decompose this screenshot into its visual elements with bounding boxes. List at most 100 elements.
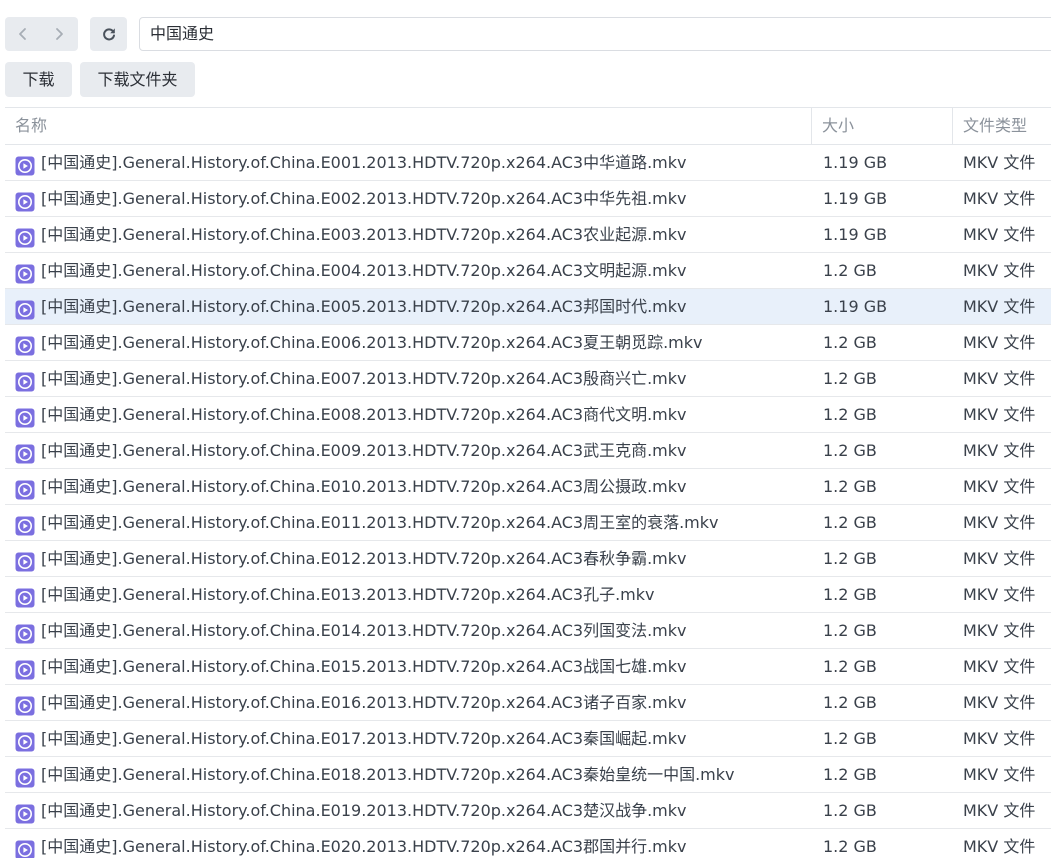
file-name-cell: [中国通史].General.History.of.China.E017.201… [5,721,811,756]
table-row[interactable]: [中国通史].General.History.of.China.E004.201… [5,253,1051,289]
file-name: [中国通史].General.History.of.China.E011.201… [41,513,719,532]
video-file-icon [15,189,35,211]
file-name: [中国通史].General.History.of.China.E019.201… [41,801,687,820]
file-name: [中国通史].General.History.of.China.E003.201… [41,225,687,244]
video-file-icon [15,225,35,247]
table-row[interactable]: [中国通史].General.History.of.China.E017.201… [5,721,1051,757]
file-name-cell: [中国通史].General.History.of.China.E002.201… [5,181,811,216]
table-row[interactable]: [中国通史].General.History.of.China.E007.201… [5,361,1051,397]
table-row[interactable]: [中国通史].General.History.of.China.E009.201… [5,433,1051,469]
video-file-icon [15,405,35,427]
file-name-cell: [中国通史].General.History.of.China.E014.201… [5,613,811,648]
video-file-icon [15,729,35,751]
column-header-name[interactable]: 名称 [5,108,811,144]
chevron-left-icon [19,28,26,40]
file-type: MKV 文件 [963,585,1036,604]
video-file-icon [15,837,35,858]
file-name: [中国通史].General.History.of.China.E005.201… [41,297,687,316]
video-file-icon [15,333,35,355]
table-row[interactable]: [中国通史].General.History.of.China.E016.201… [5,685,1051,721]
download-folder-button[interactable]: 下载文件夹 [80,62,195,97]
video-file-icon [15,369,35,391]
file-type: MKV 文件 [963,153,1036,172]
table-row[interactable]: [中国通史].General.History.of.China.E020.201… [5,829,1051,858]
file-type: MKV 文件 [963,441,1036,460]
table-row[interactable]: [中国通史].General.History.of.China.E011.201… [5,505,1051,541]
table-row[interactable]: [中国通史].General.History.of.China.E014.201… [5,613,1051,649]
table-row[interactable]: [中国通史].General.History.of.China.E015.201… [5,649,1051,685]
column-header-type[interactable]: 文件类型 [952,108,1051,144]
table-row[interactable]: [中国通史].General.History.of.China.E013.201… [5,577,1051,613]
file-type: MKV 文件 [963,405,1036,424]
column-header-size[interactable]: 大小 [811,108,952,144]
file-size: 1.2 GB [823,693,877,712]
download-button[interactable]: 下载 [5,62,72,97]
table-row[interactable]: [中国通史].General.History.of.China.E003.201… [5,217,1051,253]
file-name-cell: [中国通史].General.History.of.China.E007.201… [5,361,811,396]
chevron-right-icon [56,28,63,40]
file-size: 1.2 GB [823,513,877,532]
file-name: [中国通史].General.History.of.China.E014.201… [41,621,687,640]
video-file-icon [15,261,35,283]
file-type: MKV 文件 [963,261,1036,280]
file-type: MKV 文件 [963,801,1036,820]
file-name-cell: [中国通史].General.History.of.China.E006.201… [5,325,811,360]
file-name-cell: [中国通史].General.History.of.China.E011.201… [5,505,811,540]
file-name-cell: [中国通史].General.History.of.China.E005.201… [5,289,811,324]
file-name-cell: [中国通史].General.History.of.China.E012.201… [5,541,811,576]
file-type: MKV 文件 [963,513,1036,532]
file-name-cell: [中国通史].General.History.of.China.E008.201… [5,397,811,432]
file-size: 1.2 GB [823,405,877,424]
file-name-cell: [中国通史].General.History.of.China.E010.201… [5,469,811,504]
video-file-icon [15,297,35,319]
file-type: MKV 文件 [963,369,1036,388]
file-size: 1.2 GB [823,333,877,352]
file-name-cell: [中国通史].General.History.of.China.E016.201… [5,685,811,720]
file-size: 1.2 GB [823,441,877,460]
table-row[interactable]: [中国通史].General.History.of.China.E018.201… [5,757,1051,793]
file-type: MKV 文件 [963,189,1036,208]
video-file-icon [15,765,35,787]
table-row[interactable]: [中国通史].General.History.of.China.E006.201… [5,325,1051,361]
file-size: 1.2 GB [823,657,877,676]
table-row[interactable]: [中国通史].General.History.of.China.E012.201… [5,541,1051,577]
file-name-cell: [中国通史].General.History.of.China.E001.201… [5,145,811,180]
table-row[interactable]: [中国通史].General.History.of.China.E002.201… [5,181,1051,217]
file-size: 1.2 GB [823,369,877,388]
table-header: 名称 大小 文件类型 [5,108,1051,145]
file-name: [中国通史].General.History.of.China.E009.201… [41,441,687,460]
file-type: MKV 文件 [963,333,1036,352]
file-name-cell: [中国通史].General.History.of.China.E019.201… [5,793,811,828]
file-browser: 中国通史 下载 下载文件夹 名称 大小 文件类型 [中国通史].General.… [0,0,1051,858]
refresh-button[interactable] [90,17,127,51]
video-file-icon [15,441,35,463]
path-input[interactable]: 中国通史 [139,17,1051,51]
table-row[interactable]: [中国通史].General.History.of.China.E019.201… [5,793,1051,829]
file-size: 1.19 GB [823,189,888,208]
file-name-cell: [中国通史].General.History.of.China.E013.201… [5,577,811,612]
video-file-icon [15,477,35,499]
table-row[interactable]: [中国通史].General.History.of.China.E005.201… [5,289,1051,325]
back-button[interactable] [5,17,41,51]
file-name: [中国通史].General.History.of.China.E016.201… [41,693,687,712]
file-size: 1.2 GB [823,837,877,856]
table-row[interactable]: [中国通史].General.History.of.China.E008.201… [5,397,1051,433]
file-size: 1.2 GB [823,621,877,640]
refresh-icon [102,28,115,41]
file-name: [中国通史].General.History.of.China.E015.201… [41,657,687,676]
nav-button-group [5,17,78,51]
file-type: MKV 文件 [963,549,1036,568]
file-name: [中国通史].General.History.of.China.E020.201… [41,837,687,856]
file-type: MKV 文件 [963,225,1036,244]
file-size: 1.2 GB [823,729,877,748]
file-size: 1.2 GB [823,585,877,604]
file-size: 1.2 GB [823,801,877,820]
file-table: 名称 大小 文件类型 [中国通史].General.History.of.Chi… [5,107,1051,858]
file-name-cell: [中国通史].General.History.of.China.E015.201… [5,649,811,684]
file-name: [中国通史].General.History.of.China.E010.201… [41,477,687,496]
table-row[interactable]: [中国通史].General.History.of.China.E001.201… [5,145,1051,181]
file-name: [中国通史].General.History.of.China.E002.201… [41,189,687,208]
forward-button[interactable] [41,17,77,51]
file-type: MKV 文件 [963,657,1036,676]
table-row[interactable]: [中国通史].General.History.of.China.E010.201… [5,469,1051,505]
